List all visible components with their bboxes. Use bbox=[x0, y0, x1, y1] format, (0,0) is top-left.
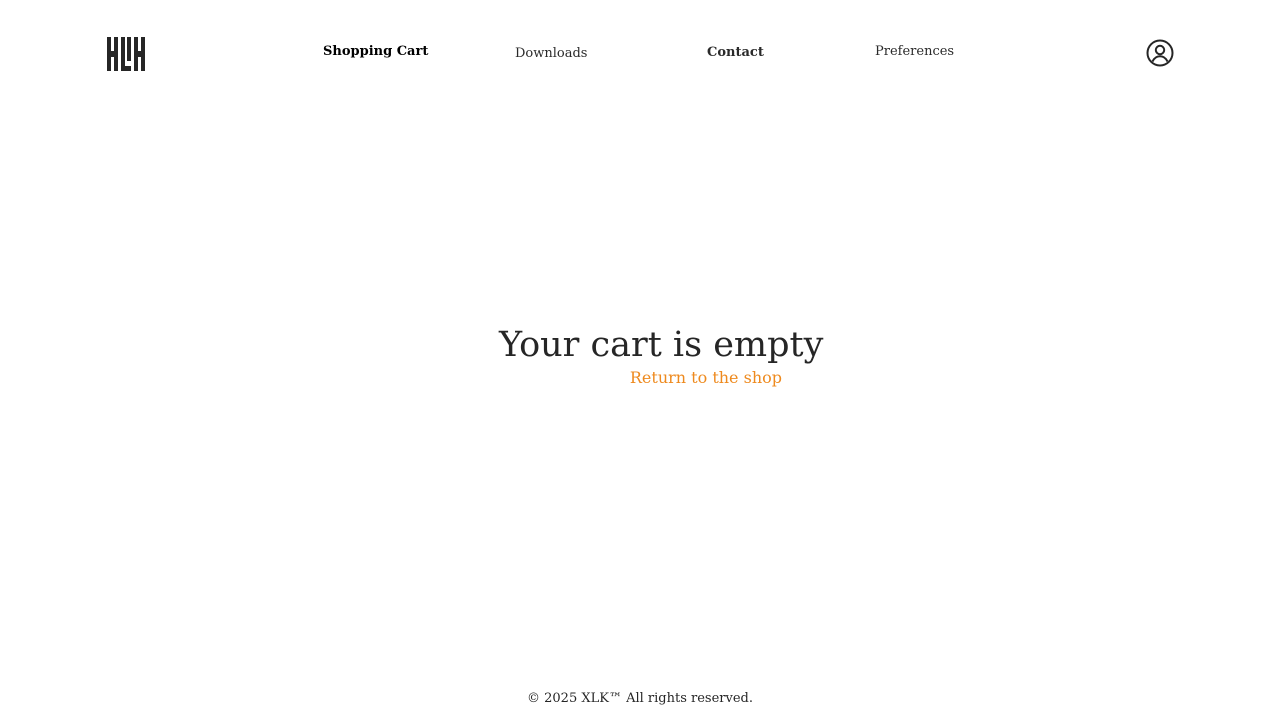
logo-icon bbox=[107, 37, 145, 71]
return-to-shop-link[interactable]: Return to the shop bbox=[630, 368, 782, 388]
nav-shopping-cart[interactable]: Shopping Cart bbox=[323, 44, 428, 60]
page: Shopping Cart Downloads Contact Preferen… bbox=[0, 0, 1280, 720]
nav-contact[interactable]: Contact bbox=[707, 45, 764, 61]
empty-cart-title: Your cart is empty bbox=[499, 325, 824, 365]
nav-preferences[interactable]: Preferences bbox=[875, 44, 954, 60]
user-circle-icon bbox=[1146, 39, 1174, 67]
site-footer: © 2025 XLK™ All rights reserved. bbox=[0, 690, 1280, 708]
logo[interactable] bbox=[107, 37, 145, 71]
account-button[interactable] bbox=[1145, 38, 1175, 68]
empty-cart-message: Your cart is empty Return to the shop bbox=[499, 323, 824, 388]
copyright-text: © 2025 XLK™ All rights reserved. bbox=[527, 691, 753, 706]
nav-downloads[interactable]: Downloads bbox=[515, 46, 587, 62]
